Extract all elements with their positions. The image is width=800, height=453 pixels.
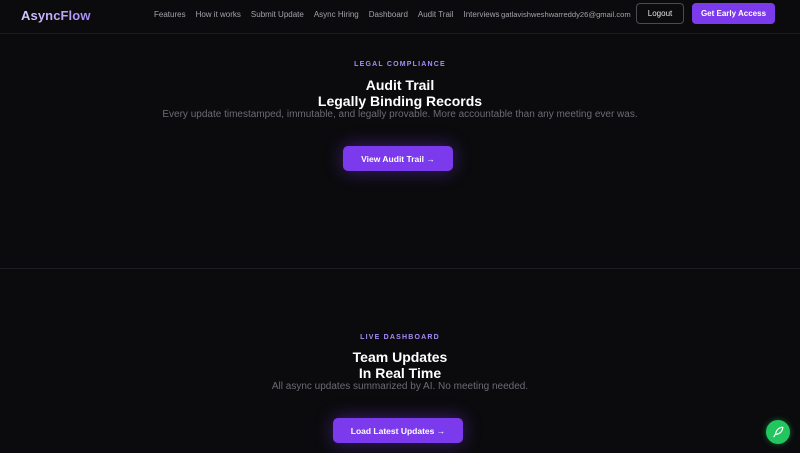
nav-link-dashboard[interactable]: Dashboard (369, 10, 408, 19)
page: AsyncFlow Features How it works Submit U… (0, 0, 800, 453)
nav-link-audit-trail[interactable]: Audit Trail (418, 10, 454, 19)
get-early-access-button[interactable]: Get Early Access (692, 3, 775, 24)
view-audit-trail-button[interactable]: View Audit Trail → (343, 146, 453, 171)
logout-button[interactable]: Logout (636, 3, 684, 24)
audit-title: Audit Trail Legally Binding Records (0, 77, 800, 109)
dashboard-eyebrow: LIVE DASHBOARD (360, 334, 440, 341)
audit-trail-section: LEGAL COMPLIANCE Audit Trail Legally Bin… (0, 35, 800, 268)
load-latest-updates-button[interactable]: Load Latest Updates → (333, 418, 463, 443)
nav-link-async-hiring[interactable]: Async Hiring (314, 10, 359, 19)
nav-link-submit-update[interactable]: Submit Update (251, 10, 304, 19)
user-email: gatlavishweshwarreddy26@gmail.com (501, 10, 631, 19)
brand-logo[interactable]: AsyncFlow (21, 8, 91, 23)
top-navbar: AsyncFlow Features How it works Submit U… (0, 0, 800, 34)
dashboard-title-line2: In Real Time (358, 365, 442, 381)
audit-title-line2: Legally Binding Records (317, 93, 483, 109)
dashboard-title-line1: Team Updates (352, 349, 448, 365)
floating-action-button[interactable] (766, 420, 790, 444)
audit-title-line1: Audit Trail (365, 77, 435, 93)
nav-links: Features How it works Submit Update Asyn… (154, 10, 499, 19)
dashboard-title: Team Updates In Real Time (0, 349, 800, 381)
audit-subtitle: Every update timestamped, immutable, and… (162, 109, 638, 120)
nav-link-features[interactable]: Features (154, 10, 186, 19)
nav-link-interviews[interactable]: Interviews (463, 10, 499, 19)
nav-link-how-it-works[interactable]: How it works (196, 10, 241, 19)
feather-icon (773, 426, 784, 438)
audit-eyebrow: LEGAL COMPLIANCE (354, 61, 446, 68)
live-dashboard-section: LIVE DASHBOARD Team Updates In Real Time… (0, 269, 800, 453)
dashboard-subtitle: All async updates summarized by AI. No m… (271, 381, 529, 392)
